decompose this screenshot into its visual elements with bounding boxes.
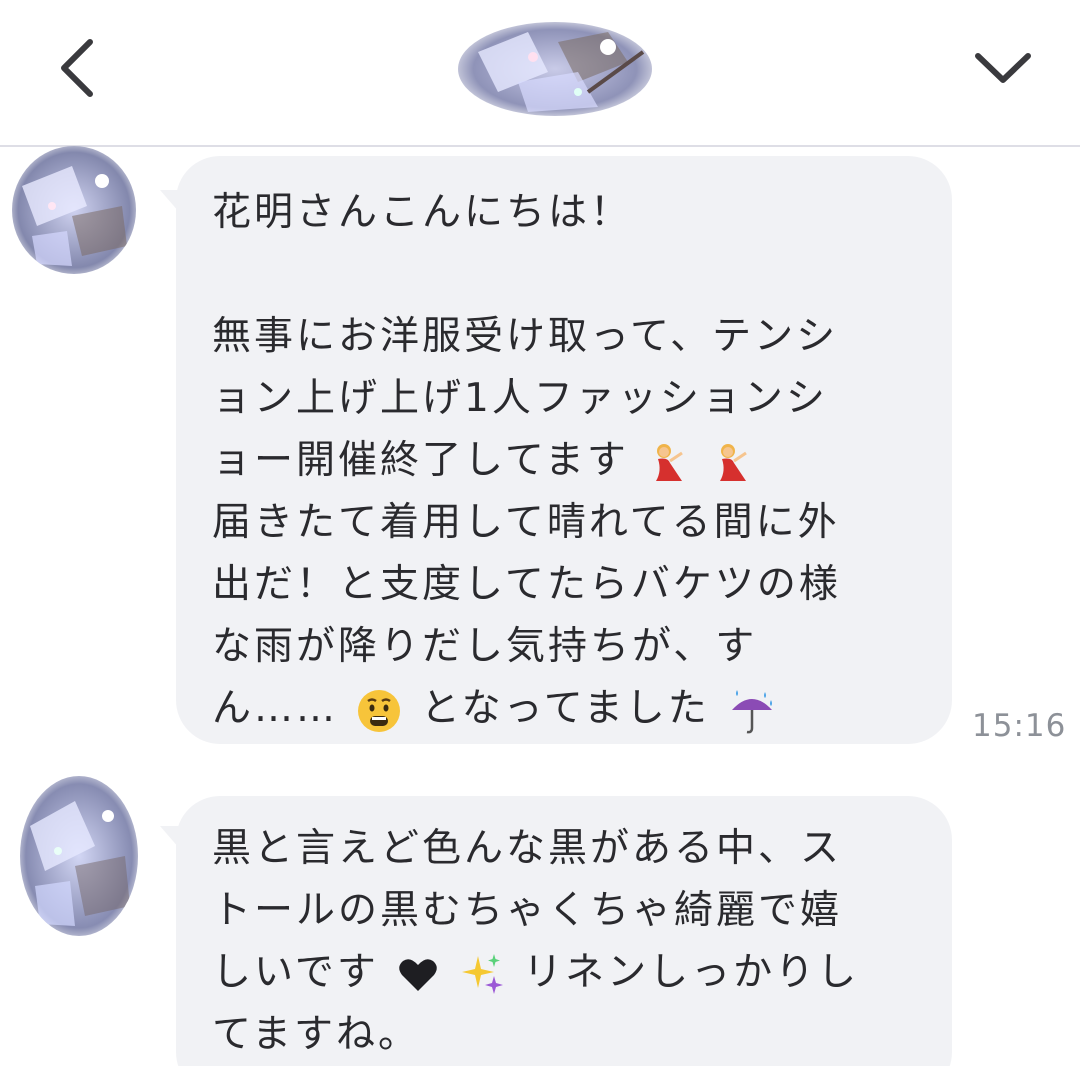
message-text: 届きたて着用して晴れてる間に外 [212,500,840,545]
message-text: な雨が降りだし気持ちが、す [212,624,758,669]
contact-avatar[interactable] [458,22,652,116]
message-text: トールの黒むちゃくちゃ綺麗で嬉 [212,888,843,933]
message-text: ョー開催終了してます [212,438,629,483]
message-line: ん…… となってました [212,678,952,740]
dancer-emoji [656,443,684,481]
back-button[interactable] [50,32,110,102]
message-line: しいです リネンしっかりし [212,942,952,1004]
message-text: しいです [212,950,379,995]
message-timestamp: 15:16 [972,708,1067,744]
message-text: 花明さんこんにちは！ [212,190,633,235]
umbrella-rain-emoji [732,689,773,733]
message-text: ョン上げ上げ1人ファッションシ [212,376,828,421]
sender-avatar[interactable] [12,146,136,274]
message-bubble[interactable]: 黒と言えど色んな黒がある中、ス トールの黒むちゃくちゃ綺麗で嬉 しいです リネン… [176,796,952,1066]
message-text: ん…… [212,686,339,731]
chevron-left-icon [61,39,93,97]
message-text: てますね。 [212,1012,421,1057]
chat-screen: 花明さんこんにちは！ 無事にお洋服受け取って、テンシ ョン上げ上げ1人ファッショ… [0,0,1080,1066]
anguished-face-emoji [358,689,401,732]
message-text: リネンしっかりし [523,950,860,995]
chevron-down-icon [975,53,1031,83]
message-text: 黒と言えど色んな黒がある中、ス [212,826,843,871]
message-text: 無事にお洋服受け取って、テンシ [212,314,839,359]
sender-avatar[interactable] [20,776,138,936]
message-text: 出だ！と支度してたらバケツの様 [212,562,841,607]
black-heart-emoji [399,958,438,991]
chat-header [0,0,1080,147]
message-line: ョー開催終了してます [212,430,952,492]
sparkles-emoji [461,953,503,994]
message-text: となってました [420,686,710,731]
dancer-emoji [719,443,747,481]
message-bubble[interactable]: 花明さんこんにちは！ 無事にお洋服受け取って、テンシ ョン上げ上げ1人ファッショ… [176,156,952,744]
expand-button[interactable] [968,40,1038,100]
